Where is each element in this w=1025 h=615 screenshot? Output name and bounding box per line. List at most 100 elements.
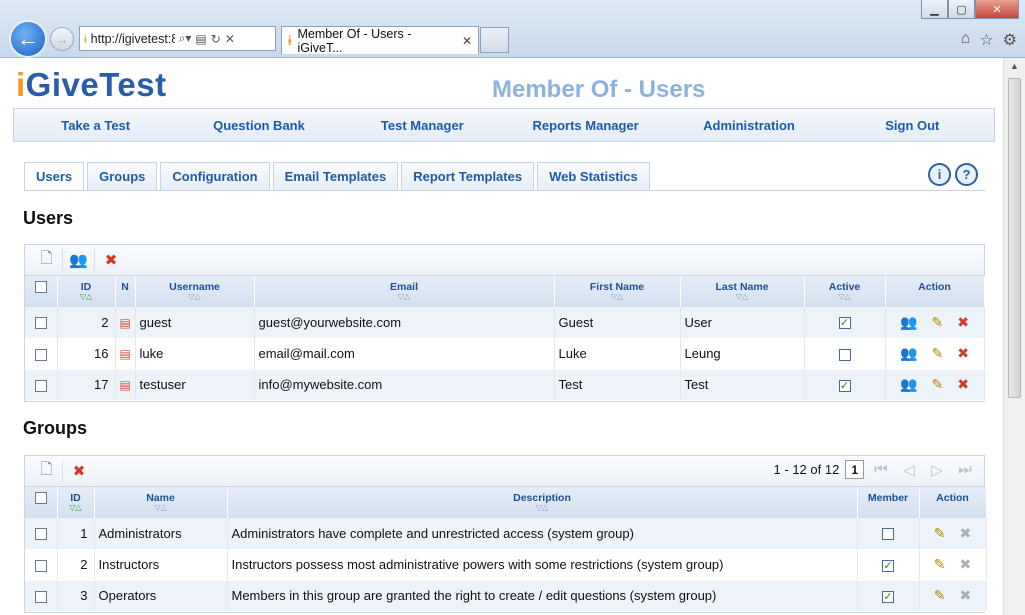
edit-icon[interactable]: ✎ xyxy=(934,556,946,573)
new-user-icon[interactable]: 🗋 xyxy=(31,249,63,271)
compat-icon[interactable]: ▤ xyxy=(195,32,206,46)
col-active[interactable]: Active ▽△ xyxy=(804,276,886,307)
col-name[interactable]: Name ▽△ xyxy=(94,487,228,518)
next-page-icon[interactable]: ▷ xyxy=(926,461,948,479)
address-text[interactable]: http://igivetest:8 xyxy=(91,32,175,46)
col-email[interactable]: Email ▽△ xyxy=(254,276,555,307)
page-scrollbar[interactable]: ▲ xyxy=(1003,58,1025,615)
delete-icon[interactable]: ✖ xyxy=(957,314,969,331)
note-icon[interactable]: ▤ xyxy=(115,338,136,370)
menu-take-a-test[interactable]: Take a Test xyxy=(14,118,177,133)
col-id[interactable]: ID ▽△ xyxy=(57,276,116,307)
member-of-icon[interactable]: 👥 xyxy=(900,376,917,393)
users-table: ID ▽△ N Username ▽△ Email ▽△ First Name ▽△ L… xyxy=(25,276,985,401)
delete-icon: ✖ xyxy=(959,524,972,541)
delete-icon: ✖ xyxy=(959,556,972,572)
tab-report-templates[interactable]: Report Templates xyxy=(401,162,535,190)
group-member[interactable] xyxy=(857,518,920,550)
help-icons: i ? xyxy=(928,163,978,186)
prev-page-icon[interactable]: ◁ xyxy=(898,461,920,479)
delete-icon[interactable]: ✖ xyxy=(957,376,969,393)
help-icon[interactable]: ? xyxy=(955,163,978,186)
col-last-name[interactable]: Last Name ▽△ xyxy=(680,276,805,307)
row-checkbox[interactable] xyxy=(25,549,58,581)
info-icon[interactable]: i xyxy=(928,163,951,186)
edit-icon[interactable]: ✎ xyxy=(931,314,943,331)
row-checkbox[interactable] xyxy=(25,307,58,339)
user-id: 2 xyxy=(57,307,116,339)
note-icon[interactable]: ▤ xyxy=(115,307,136,339)
address-bar[interactable]: ɨ http://igivetest:8 ⌕▾ ▤ ↻ ✕ xyxy=(79,26,276,51)
back-icon[interactable]: ← xyxy=(9,20,47,58)
row-actions: ✎ ✖ xyxy=(919,549,987,581)
col-description[interactable]: Description ▽△ xyxy=(227,487,858,518)
table-row: 2 ▤ guest guest@yourwebsite.com Guest Us… xyxy=(25,307,985,339)
col-username[interactable]: Username ▽△ xyxy=(135,276,255,307)
edit-icon[interactable]: ✎ xyxy=(934,587,946,604)
note-icon[interactable]: ▤ xyxy=(115,369,136,401)
window-controls: ▁ ▢ ✕ xyxy=(921,0,1019,19)
col-action: Action xyxy=(919,487,987,518)
edit-icon[interactable]: ✎ xyxy=(931,345,943,362)
app-logo[interactable]: iGiveTest xyxy=(16,66,167,104)
close-window-button[interactable]: ✕ xyxy=(975,0,1019,19)
tab-groups[interactable]: Groups xyxy=(87,162,158,190)
member-of-icon[interactable]: 👥 xyxy=(900,314,917,331)
menu-test-manager[interactable]: Test Manager xyxy=(341,118,504,133)
tab-email-templates[interactable]: Email Templates xyxy=(272,162,399,190)
home-icon[interactable]: ⌂ xyxy=(961,30,971,50)
first-page-icon[interactable]: ⏮ xyxy=(870,461,892,478)
select-all-groups[interactable] xyxy=(25,487,58,518)
row-checkbox[interactable] xyxy=(25,369,58,401)
col-member: Member xyxy=(857,487,920,518)
groups-header-row: ID ▽△ Name ▽△ Description ▽△ Member Action xyxy=(25,487,987,518)
browser-chrome: ▁ ▢ ✕ ← → ɨ http://igivetest:8 ⌕▾ ▤ ↻ ✕ … xyxy=(0,0,1025,58)
scroll-thumb[interactable] xyxy=(1008,78,1021,398)
delete-icon[interactable]: ✖ xyxy=(957,345,969,362)
new-tab-button[interactable] xyxy=(480,27,509,53)
col-first-name[interactable]: First Name ▽△ xyxy=(554,276,681,307)
last-page-icon[interactable]: ⏭ xyxy=(954,461,976,478)
row-checkbox[interactable] xyxy=(25,338,58,370)
new-group-icon[interactable]: 🗋 xyxy=(31,460,63,482)
group-member[interactable]: ✓ xyxy=(857,549,920,581)
menu-question-bank[interactable]: Question Bank xyxy=(177,118,340,133)
user-last-name: Test xyxy=(680,369,805,401)
menu-reports-manager[interactable]: Reports Manager xyxy=(504,118,667,133)
close-tab-icon[interactable]: ✕ xyxy=(462,34,472,48)
select-all-users[interactable] xyxy=(25,276,58,307)
site-icon: ɨ xyxy=(84,31,87,46)
delete-groups-icon[interactable]: ✖ xyxy=(63,460,95,482)
stop-icon[interactable]: ✕ xyxy=(225,32,235,46)
star-icon[interactable]: ☆ xyxy=(979,30,993,50)
group-member[interactable]: ✓ xyxy=(857,580,920,612)
minimize-button[interactable]: ▁ xyxy=(921,0,948,19)
page-number[interactable]: 1 xyxy=(845,460,864,479)
gear-icon[interactable]: ⚙ xyxy=(1003,30,1017,50)
member-of-icon[interactable]: 👥 xyxy=(63,249,95,271)
group-id: 2 xyxy=(57,549,95,581)
member-of-icon[interactable]: 👥 xyxy=(900,345,917,362)
col-n: N xyxy=(115,276,136,307)
edit-icon[interactable]: ✎ xyxy=(931,376,943,393)
row-checkbox[interactable] xyxy=(25,580,58,612)
pager: 1 - 12 of 12 1 ⏮ ◁ ▷ ⏭ xyxy=(774,460,976,479)
menu-sign-out[interactable]: Sign Out xyxy=(831,118,994,133)
search-icon[interactable]: ⌕▾ xyxy=(179,31,192,46)
col-action: Action xyxy=(885,276,985,307)
groups-table: ID ▽△ Name ▽△ Description ▽△ Member Action … xyxy=(25,487,987,612)
scroll-up-icon[interactable]: ▲ xyxy=(1004,58,1025,76)
tab-configuration[interactable]: Configuration xyxy=(160,162,270,190)
delete-users-icon[interactable]: ✖ xyxy=(95,249,127,271)
maximize-button[interactable]: ▢ xyxy=(948,0,975,19)
row-actions: ✎ ✖ xyxy=(919,580,987,612)
tab-users[interactable]: Users xyxy=(24,162,85,190)
forward-icon[interactable]: → xyxy=(50,27,74,51)
browser-tab[interactable]: ɨ Member Of - Users - iGiveT... ✕ xyxy=(281,26,479,55)
refresh-icon[interactable]: ↻ xyxy=(211,32,221,46)
col-id[interactable]: ID ▽△ xyxy=(57,487,95,518)
tab-web-statistics[interactable]: Web Statistics xyxy=(537,162,650,190)
row-checkbox[interactable] xyxy=(25,518,58,550)
edit-icon[interactable]: ✎ xyxy=(934,525,946,542)
menu-administration[interactable]: Administration xyxy=(667,118,830,133)
